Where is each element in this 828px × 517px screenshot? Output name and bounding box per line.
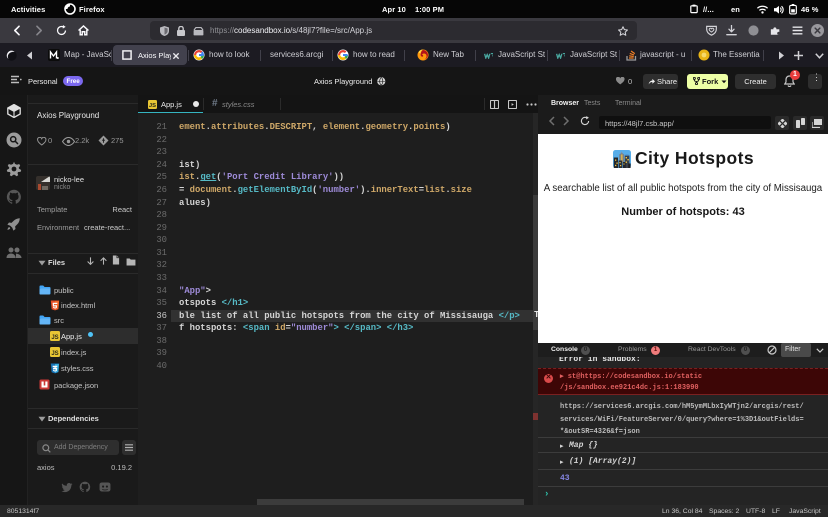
svg-text:JS: JS	[51, 351, 58, 357]
svg-text:JS: JS	[149, 103, 156, 109]
svg-text:JS: JS	[51, 335, 58, 341]
